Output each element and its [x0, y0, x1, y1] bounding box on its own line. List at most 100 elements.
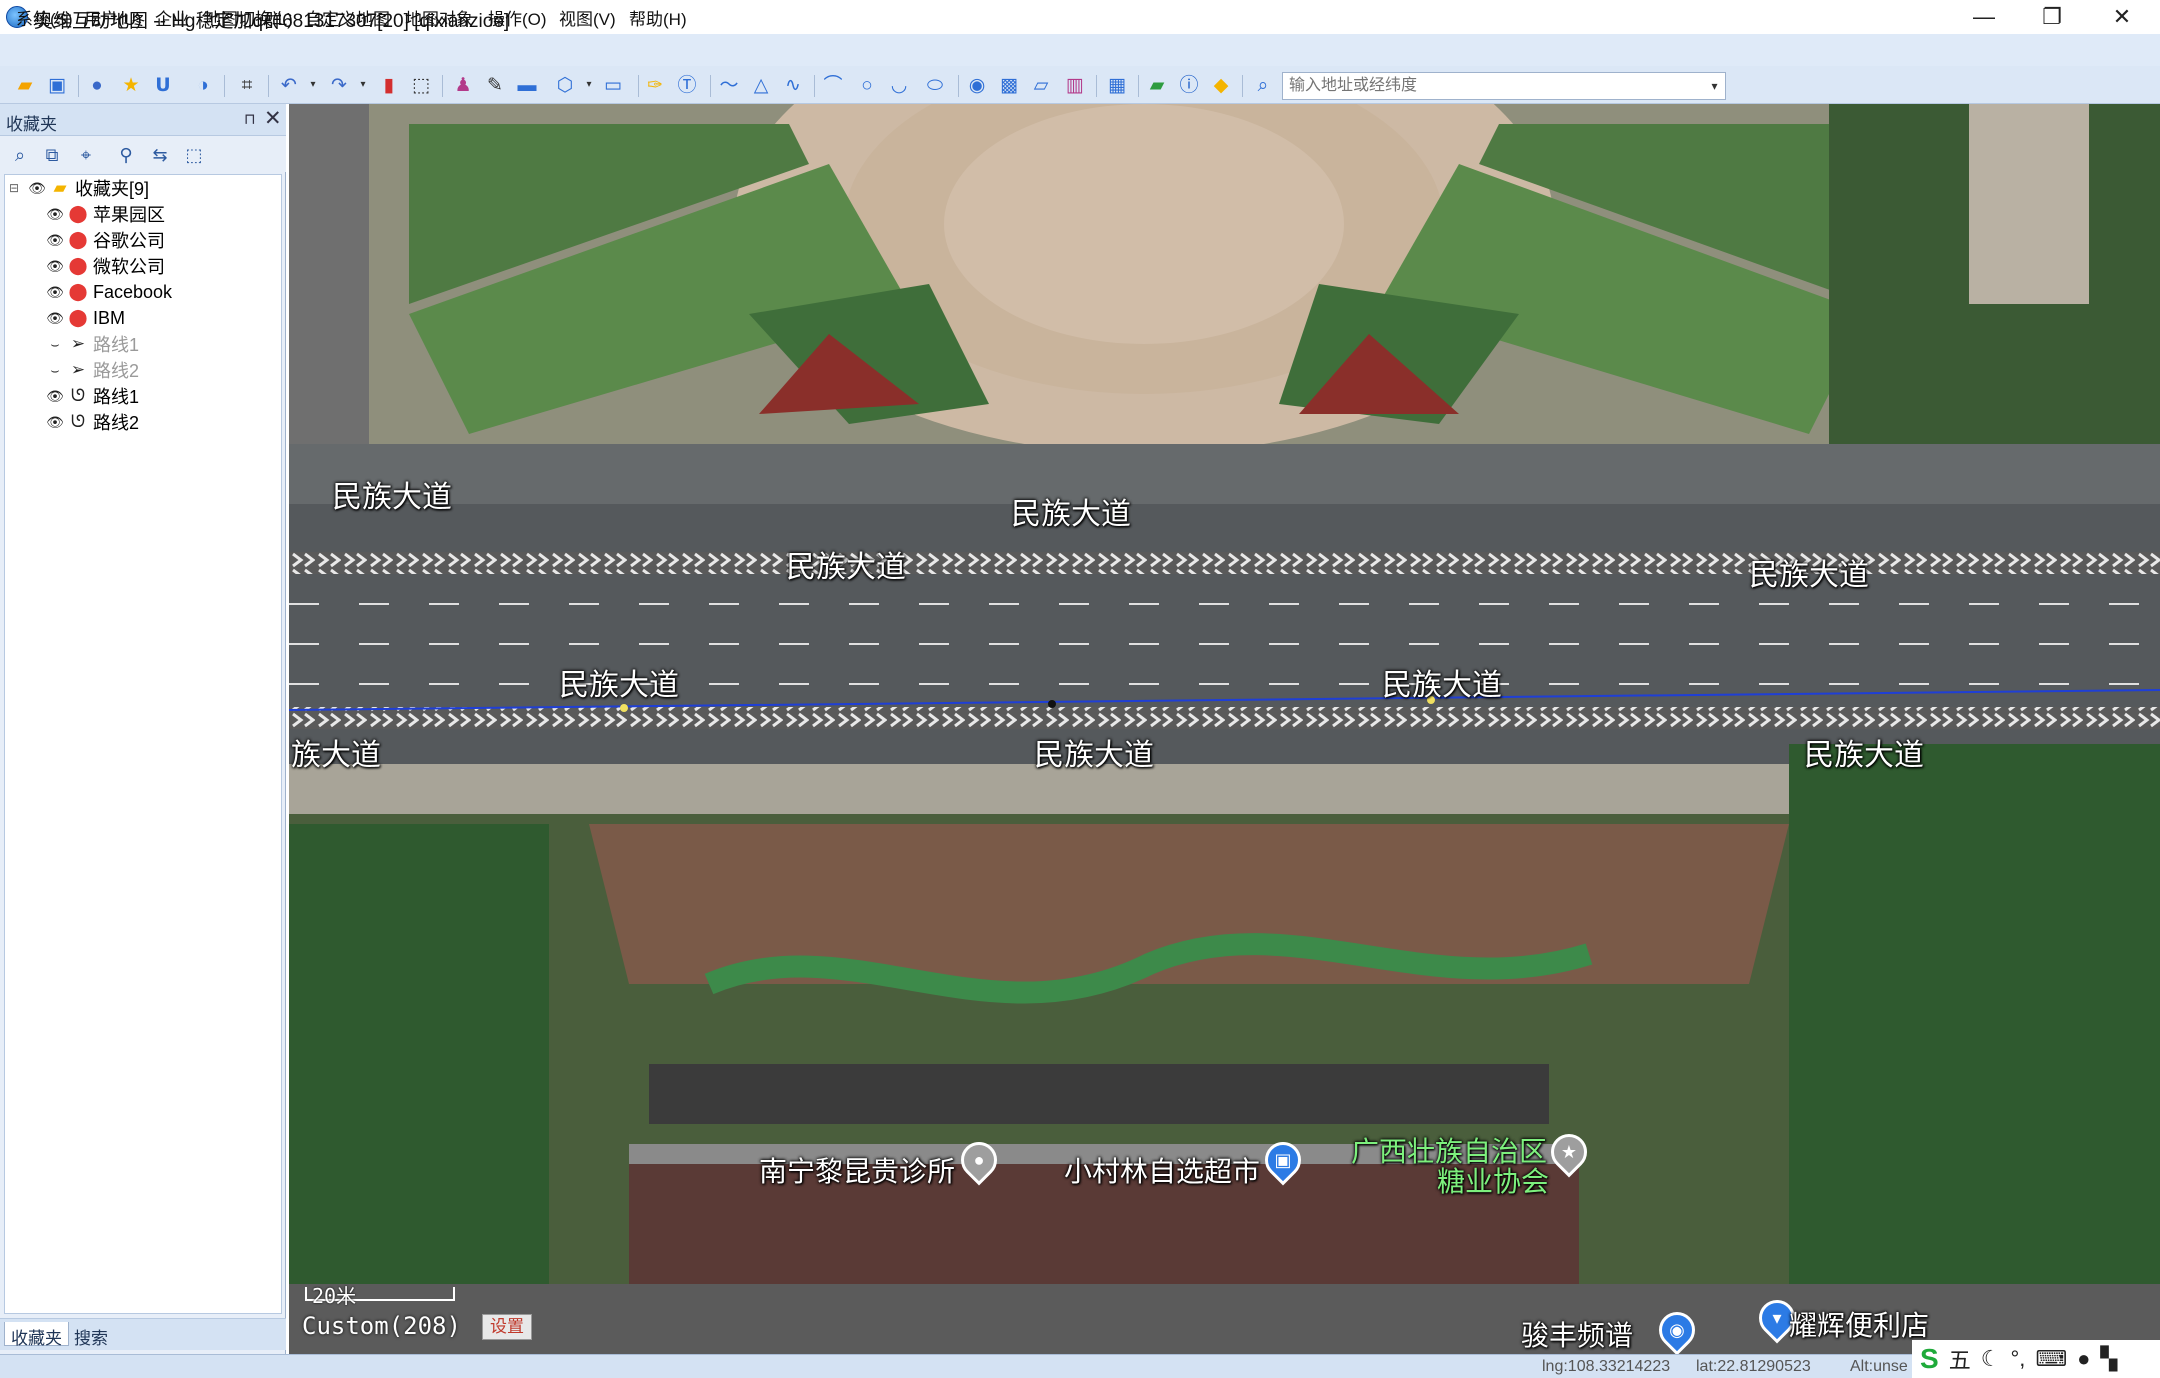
fill-circle-icon[interactable]: ◉ [964, 73, 990, 97]
collapse-toggle-icon[interactable]: ⊟ [9, 181, 25, 195]
tab-search[interactable]: 搜索 [68, 1322, 114, 1348]
minimize-button[interactable]: — [1950, 0, 2018, 34]
restore-button[interactable]: ❐ [2018, 0, 2086, 34]
locate-icon[interactable]: ⌖ [74, 143, 98, 167]
add-track-icon[interactable]: ⇆ [148, 143, 172, 167]
tab-favorites[interactable]: 收藏夹 [4, 1322, 69, 1348]
measure-icon[interactable]: ▬ [514, 73, 540, 97]
moon-icon[interactable]: ☾ [1981, 1346, 2001, 1372]
favorite-star-icon[interactable]: ★ [118, 73, 144, 97]
road-label: 民族大道 [1749, 558, 1869, 593]
map-canvas[interactable]: 民族大道 民族大道 民族大道 民族大道 民族大道 民族大道 族大道 民族大道 民… [289, 104, 2160, 1354]
redo-icon[interactable]: ↷ [326, 73, 352, 97]
tree-item[interactable]: 👁 ⬤ 谷歌公司 [5, 227, 281, 253]
punctuation-icon[interactable]: °, [2010, 1346, 2025, 1372]
ruler-icon[interactable]: ✎ [482, 73, 508, 97]
tree-item[interactable]: 👁 ⬤ Facebook [5, 279, 281, 305]
grid-table-icon[interactable]: ▦ [1104, 73, 1130, 97]
undo-icon[interactable]: ↶ [276, 73, 302, 97]
search-icon[interactable]: ⌕ [1250, 73, 1276, 97]
tree-root[interactable]: ⊟ 👁 ▰ 收藏夹[9] [5, 175, 281, 201]
search-icon[interactable]: ⌕ [8, 143, 32, 167]
curve-icon[interactable]: ∿ [780, 73, 806, 97]
poi-label[interactable]: 糖业协会 [1437, 1160, 1549, 1200]
tree-item[interactable]: 👁 ⬤ 苹果园区 [5, 201, 281, 227]
menu-view[interactable]: 视图(V) [559, 5, 616, 30]
user-icon[interactable]: ● [2077, 1346, 2090, 1372]
tree-item[interactable]: ⌣ ➢ 路线1 [5, 331, 281, 357]
hidden-eye-icon[interactable]: ⌣ [43, 336, 67, 353]
camera-icon[interactable]: ▭ [600, 73, 626, 97]
tree-item[interactable]: 👁 ᘎ 路线1 [5, 383, 281, 409]
apps-grid-icon[interactable]: ▚ [2100, 1346, 2117, 1372]
ellipse-icon[interactable]: ⬭ [922, 73, 948, 97]
polyline-icon[interactable]: 〜 [716, 73, 742, 97]
add-marker-icon[interactable]: ⚲ [114, 143, 138, 167]
keyboard-icon[interactable]: ⌨ [2035, 1346, 2067, 1372]
address-search-input[interactable] [1282, 72, 1706, 100]
visibility-eye-icon[interactable]: 👁 [25, 180, 49, 197]
layers-icon[interactable]: ⧉ [40, 143, 64, 167]
map-marker-icon: ⬤ [68, 230, 88, 249]
delete-icon[interactable]: ▮ [376, 73, 402, 97]
circle-icon[interactable]: ○ [854, 73, 880, 97]
redo-dropdown-icon[interactable]: ▾ [350, 73, 376, 97]
arc-circle-icon[interactable]: ◡ [886, 73, 912, 97]
visibility-eye-icon[interactable]: 👁 [43, 258, 67, 275]
menu-enterprise[interactable]: 企业 [155, 5, 189, 30]
ime-mode-label[interactable]: 五 [1949, 1343, 1971, 1375]
menu-user[interactable]: 用户(U) [84, 5, 142, 30]
undo-dropdown-icon[interactable]: ▾ [300, 73, 326, 97]
chat-icon[interactable]: ▰ [1144, 73, 1170, 97]
pin-tool-icon[interactable]: ✑ [642, 73, 668, 97]
crop-icon[interactable]: ⌗ [234, 73, 260, 97]
search-dropdown-icon[interactable]: ▾ [1704, 72, 1726, 100]
parallelogram-icon[interactable]: ▱ [1028, 73, 1054, 97]
close-button[interactable]: ✕ [2088, 0, 2156, 34]
fill-square-icon[interactable]: ▩ [996, 73, 1022, 97]
menu-help[interactable]: 帮助(H) [629, 5, 687, 30]
polygon-3d-icon[interactable]: ⬡ [552, 73, 578, 97]
3d-view-icon[interactable]: ◑ [190, 73, 216, 97]
save-icon[interactable]: ▣ [44, 73, 70, 97]
menu-custom-map[interactable]: 自定义地图 [305, 5, 390, 30]
add-shape-icon[interactable]: ⬚ [182, 143, 206, 167]
triangle-icon[interactable]: △ [748, 73, 774, 97]
menu-system[interactable]: 系统(S) [16, 5, 73, 30]
select-box-icon[interactable]: ⬚ [408, 73, 434, 97]
pin-panel-icon[interactable]: ⊓ [244, 110, 256, 128]
route-tool-icon[interactable]: ᑌ [150, 73, 176, 97]
visibility-eye-icon[interactable]: 👁 [43, 206, 67, 223]
tree-item[interactable]: ⌣ ➢ 路线2 [5, 357, 281, 383]
menu-map-objects[interactable]: 地图对象 [405, 5, 473, 30]
open-folder-icon[interactable]: ▰ [12, 73, 38, 97]
close-panel-icon[interactable]: ✕ [264, 106, 282, 131]
visibility-eye-icon[interactable]: 👁 [43, 388, 67, 405]
tree-item[interactable]: 👁 ⬤ IBM [5, 305, 281, 331]
columns-icon[interactable]: ▥ [1062, 73, 1088, 97]
road-label: 民族大道 [559, 668, 679, 703]
map-marker-icon: ⬤ [68, 282, 88, 301]
poi-label[interactable]: 骏丰频谱 [1521, 1314, 1633, 1354]
text-tool-icon[interactable]: Ⓣ [674, 73, 700, 97]
settings-button[interactable]: 设置 [482, 1314, 532, 1340]
visibility-eye-icon[interactable]: 👁 [43, 284, 67, 301]
poi-label[interactable]: 耀辉便利店 [1789, 1304, 1929, 1344]
marker-tool-icon[interactable]: ♟ [450, 73, 476, 97]
vip-badge-icon[interactable]: ◆ [1208, 73, 1234, 97]
poi-label[interactable]: 小村林自选超市 [1064, 1150, 1260, 1190]
poi-label[interactable]: 南宁黎昆贵诊所 [759, 1150, 955, 1190]
tree-item[interactable]: 👁 ᘎ 路线2 [5, 409, 281, 435]
visibility-eye-icon[interactable]: 👁 [43, 310, 67, 327]
polygon-dropdown-icon[interactable]: ▾ [576, 73, 602, 97]
menu-operation[interactable]: 操作(O) [488, 5, 547, 30]
info-icon[interactable]: ⓘ [1176, 73, 1202, 97]
menu-map-switch[interactable]: 地图切换(L) [204, 5, 293, 30]
sogou-logo-icon[interactable]: S [1920, 1343, 1939, 1375]
hidden-eye-icon[interactable]: ⌣ [43, 362, 67, 379]
visibility-eye-icon[interactable]: 👁 [43, 414, 67, 431]
tree-item[interactable]: 👁 ⬤ 微软公司 [5, 253, 281, 279]
visibility-eye-icon[interactable]: 👁 [43, 232, 67, 249]
users-icon[interactable]: ● [84, 73, 110, 97]
arc-icon[interactable]: ⌒ [820, 73, 846, 97]
